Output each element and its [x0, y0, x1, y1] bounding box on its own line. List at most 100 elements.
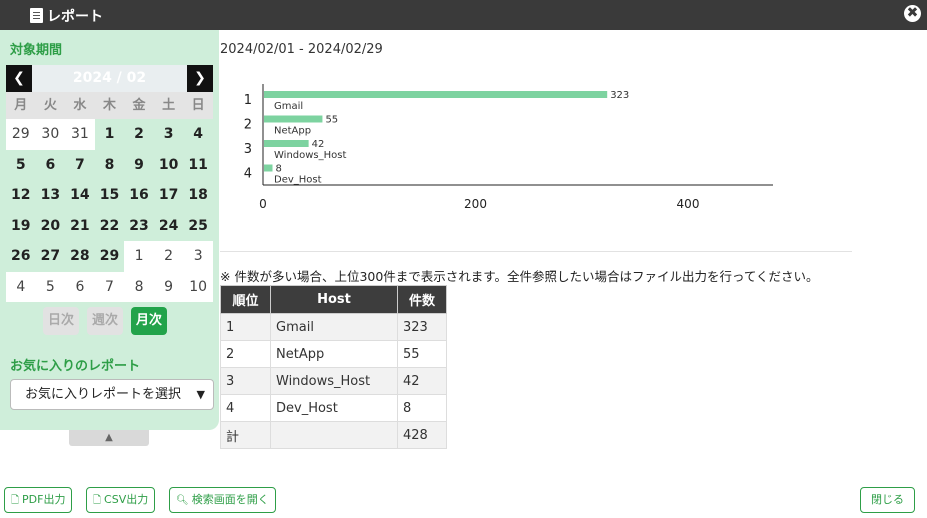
calendar-day[interactable]: 13 [35, 180, 66, 211]
calendar-day[interactable]: 25 [183, 210, 213, 241]
chart-svg: 1 323 Gmail 2 55 NetApp 3 42Windows_Host 4 8Dev_H… [244, 84, 773, 211]
bar-category-label: 3 [244, 142, 252, 157]
open-search-button[interactable]: 🔍︎ 検索画面を開く [169, 487, 276, 513]
calendar-day[interactable]: 22 [94, 210, 125, 241]
table-row: 4 Dev_Host 8 [220, 394, 447, 422]
total-row: 計 428 [220, 421, 447, 449]
csv-export-button[interactable]: 🗋 CSV出力 [86, 487, 156, 513]
close-label: 閉じる [871, 493, 904, 506]
favorites-label: お気に入りのレポート [10, 359, 141, 374]
weekday-row: 月火水木金土日 [6, 92, 213, 119]
pdf-export-button[interactable]: 🗋 PDF出力 [4, 487, 73, 513]
csv-export-label: CSV出力 [104, 493, 149, 506]
calendar-day[interactable]: 4 [183, 119, 213, 150]
weekday-label: 月 [6, 92, 36, 119]
header-rank[interactable]: 順位 [220, 285, 271, 314]
calendar-week: 26 27 28 29 1 2 3 [6, 241, 213, 272]
table-row: 2 NetApp 55 [220, 340, 447, 368]
period-mode-buttons: 日次 週次 月次 [43, 307, 167, 335]
x-tick-label: 200 [464, 197, 487, 211]
header-host[interactable]: Host [270, 285, 398, 314]
calendar-day[interactable]: 28 [65, 241, 95, 272]
rank-cell: 2 [220, 340, 271, 368]
title-bar: レポート ✖ [0, 0, 927, 30]
calendar-day[interactable]: 1 [94, 119, 125, 150]
next-month-button[interactable]: ❯ [187, 65, 213, 92]
weekday-label: 日 [183, 92, 213, 119]
file-icon: 🗋 [93, 495, 102, 506]
close-icon[interactable]: ✖ [904, 5, 921, 22]
calendar-day[interactable]: 29 [94, 241, 125, 272]
x-tick-label: 400 [677, 197, 700, 211]
calendar-day[interactable]: 5 [6, 149, 36, 180]
bar [264, 164, 273, 172]
calendar-day[interactable]: 27 [35, 241, 66, 272]
bar-category-label: 1 [244, 93, 252, 108]
count-cell: 323 [397, 313, 447, 341]
favorites-select-value: お気に入りレポートを選択 [25, 387, 182, 402]
mode-button[interactable]: 月次 [131, 307, 167, 335]
mode-button[interactable]: 週次 [87, 307, 123, 335]
rank-cell: 3 [220, 367, 271, 395]
chevron-down-icon: ▼ [196, 388, 205, 401]
calendar-day[interactable]: 10 [153, 149, 184, 180]
divider [220, 251, 852, 252]
calendar-week: 12 13 14 15 16 17 18 [6, 180, 213, 211]
calendar-day[interactable]: 9 [153, 271, 184, 302]
calendar-day[interactable]: 11 [183, 149, 213, 180]
filter-panel: 対象期間 ❮ 2024 / 02 ❯ 月火水木金土日 29 30 31 1 2 3 4 5 6 7 8… [0, 30, 219, 430]
calendar-header: ❮ 2024 / 02 ❯ [6, 65, 213, 92]
calendar-day[interactable]: 3 [183, 241, 213, 272]
ranking-bar-chart: 1 323 Gmail 2 55 NetApp 3 42 Windows_Host 4 8 Dev_H… [230, 80, 790, 220]
count-cell: 8 [397, 394, 447, 422]
calendar-day[interactable]: 23 [124, 210, 154, 241]
prev-month-button[interactable]: ❮ [6, 65, 32, 92]
calendar-day[interactable]: 30 [35, 119, 66, 150]
calendar-day[interactable]: 18 [183, 180, 213, 211]
calendar-week: 19 20 21 22 23 24 25 [6, 210, 213, 241]
calendar-day[interactable]: 9 [124, 149, 154, 180]
calendar-day[interactable]: 20 [35, 210, 66, 241]
calendar-day[interactable]: 6 [65, 271, 95, 302]
favorites-select[interactable]: お気に入りレポートを選択 ▼ [10, 379, 214, 410]
calendar-day[interactable]: 1 [124, 241, 154, 272]
host-cell: Dev_Host [270, 394, 398, 422]
bar-value-label: 55 [325, 115, 338, 126]
calendar-day[interactable]: 29 [6, 119, 36, 150]
host-cell [270, 421, 398, 449]
calendar-day[interactable]: 7 [94, 271, 125, 302]
calendar-day[interactable]: 10 [183, 271, 213, 302]
calendar-day[interactable]: 21 [65, 210, 95, 241]
calendar-day[interactable]: 14 [65, 180, 95, 211]
calendar-day[interactable]: 5 [35, 271, 66, 302]
calendar-grid: 月火水木金土日 29 30 31 1 2 3 4 5 6 7 8 9 10 11 12 13 14 15 16 17 18… [6, 92, 213, 302]
calendar-day[interactable]: 2 [153, 241, 184, 272]
table-row: 3 Windows_Host 42 [220, 367, 447, 395]
calendar-day[interactable]: 17 [153, 180, 184, 211]
header-count[interactable]: 件数 [397, 285, 447, 314]
calendar-day[interactable]: 24 [153, 210, 184, 241]
calendar-day[interactable]: 19 [6, 210, 36, 241]
collapse-panel-button[interactable]: ▲ [69, 430, 149, 446]
calendar-day[interactable]: 2 [124, 119, 154, 150]
calendar-day[interactable]: 4 [6, 271, 36, 302]
calendar-day[interactable]: 8 [124, 271, 154, 302]
calendar-day[interactable]: 3 [153, 119, 184, 150]
calendar-day[interactable]: 8 [94, 149, 125, 180]
calendar-day[interactable]: 15 [94, 180, 125, 211]
weekday-label: 金 [124, 92, 154, 119]
calendar-day[interactable]: 26 [6, 241, 36, 272]
bar-category-label: 4 [244, 167, 252, 182]
date-range: 2024/02/01 - 2024/02/29 [220, 42, 383, 57]
bar-host-label: Gmail [274, 101, 303, 112]
close-button[interactable]: 閉じる [860, 487, 915, 513]
table-header-row: 順位 Host 件数 [220, 285, 447, 314]
mode-button[interactable]: 日次 [43, 307, 79, 335]
calendar-day[interactable]: 31 [65, 119, 95, 150]
report-icon [30, 8, 43, 23]
calendar-day[interactable]: 7 [65, 149, 95, 180]
bar-host-label: Windows_Host [274, 150, 346, 161]
calendar-day[interactable]: 12 [6, 180, 36, 211]
calendar-day[interactable]: 6 [35, 149, 66, 180]
calendar-day[interactable]: 16 [124, 180, 154, 211]
